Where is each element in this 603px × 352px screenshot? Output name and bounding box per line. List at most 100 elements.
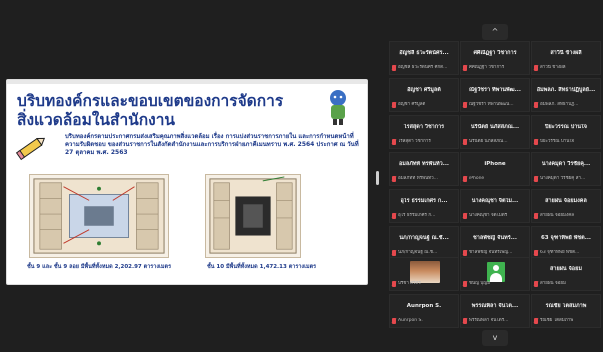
participant-tile[interactable]: ณัฐวัชรา ทิพานพัฒ... ณัฐวัชรา ทิพานพัฒน์… xyxy=(460,78,530,112)
participant-label: อมลภัทท์ ทรพันท์ว... xyxy=(398,175,438,181)
participant-name: พรรณพิลา จันโต... xyxy=(471,303,519,309)
floor-plan-right-caption: ชั้น 10 มีพื้นที่ทั้งหมด 1,472.13 ตารางเ… xyxy=(207,264,317,270)
mic-muted-icon xyxy=(463,64,467,71)
participant-tile[interactable]: ปิยะวรรณ ปานใจ ปิยะวรรณ ปานใจ xyxy=(531,115,601,149)
mic-muted-icon xyxy=(534,249,538,256)
gallery-page-down-button[interactable]: v xyxy=(482,330,508,346)
slide-title-line-1: บริบทองค์กรและขอบเขตของการจัดการ xyxy=(17,92,284,110)
participant-name: Aunrpon S. xyxy=(406,303,442,309)
participant-gallery: ^ อัญชลี ธวะรัตน์ศร... อัญชลี ธวะรัตน์ศร… xyxy=(385,0,603,352)
participant-label: สายฝน จ้อยม xyxy=(540,280,566,286)
participant-tile[interactable]: สายฝน จ้อยมงคล สายฝน จ้อยมงคล xyxy=(531,189,601,223)
mic-muted-icon xyxy=(463,280,467,287)
mic-muted-icon xyxy=(392,101,396,108)
participant-tile[interactable]: อัญชลี ธวะรัตน์ศร... อัญชลี ธวะรัตน์ศร์ … xyxy=(389,41,459,75)
participant-name: อมลภัทท์ ทรพันท์ว... xyxy=(398,161,450,167)
participant-tile[interactable]: สายฝน จ้อยม สายฝน จ้อยม xyxy=(531,257,601,291)
participant-label: นภ/กาญจนฐ์ ณ.ชั... xyxy=(398,249,438,255)
shared-screen: บริบทองค์กรและขอบเขตของการจัดการ สิ่งแวด… xyxy=(0,0,375,352)
mic-muted-icon xyxy=(463,101,467,108)
participant-name: ศศิณัฏฐา วิชาการ xyxy=(473,50,517,56)
participant-tile[interactable]: iPhone iPhone xyxy=(460,152,530,186)
mic-muted-icon xyxy=(392,280,396,287)
participant-tile[interactable]: ไรสสุดา วิชาการ ไรสสุดา วิชาการ xyxy=(389,115,459,149)
participant-name: ปิยะวรรณ ปานใจ xyxy=(545,124,587,130)
participant-name: นรินัตย์ นภัสสภณ... xyxy=(470,124,520,130)
participant-label: รณชัย โตสมภาพ xyxy=(540,317,574,323)
mic-muted-icon xyxy=(534,175,538,182)
participant-tile[interactable]: 63 จุฑาทิพย์ พัชต... 63 จุฑาทิพย์ พัชต..… xyxy=(531,226,601,260)
participant-tile[interactable]: รณชัย โตสมภาพ รณชัย โตสมภาพ xyxy=(531,294,601,328)
mic-muted-icon xyxy=(463,249,467,256)
participant-tile[interactable]: อัมพลภ. สิทธาปฏิบูลย์... อัมพลภ. สิทธาปฏ… xyxy=(531,78,601,112)
participant-name: อัญชลี ธวะรัตน์ศร... xyxy=(399,50,449,56)
mic-muted-icon xyxy=(392,249,396,256)
mic-muted-icon xyxy=(392,175,396,182)
mic-muted-icon xyxy=(534,212,538,219)
participant-name: นางคณุชา จิตไม... xyxy=(471,198,519,204)
participant-name: ไรสสุดา วิชาการ xyxy=(403,124,445,130)
slide-description: บริบทองค์กรตามประกาศกรมส่งเสริมคุณภาพสิ่… xyxy=(65,133,359,156)
mic-muted-icon xyxy=(463,212,467,219)
chevron-up-icon: ^ xyxy=(491,27,499,36)
participant-label: ปิยะวรรณ ปานใจ xyxy=(540,138,575,144)
participant-name: ชาลพัชญ์ จันทร์... xyxy=(473,235,517,241)
participant-label: อัญชลี ธวะรัตน์ศร์ ศักดิ์... xyxy=(398,64,448,70)
participant-name: ณัฐวัชรา ทิพานพัฒ... xyxy=(469,87,521,93)
participant-label: ณัฐวัชรา ทิพานพัฒน์... xyxy=(469,101,514,107)
participant-label: นางคมุดา วีรชัยคุ สำ... xyxy=(540,175,586,181)
participant-name: อัญชา ศรีมูลต์ xyxy=(407,87,441,93)
presentation-slide: บริบทองค์กรและขอบเขตของการจัดการ สิ่งแวด… xyxy=(6,79,368,285)
mic-muted-icon xyxy=(392,138,396,145)
mic-muted-icon xyxy=(534,317,538,324)
participant-tile[interactable]: ศศิณัฏฐา วิชาการ ศศิณัฏฐา วิชาการ xyxy=(460,41,530,75)
slide-title: บริบทองค์กรและขอบเขตของการจัดการ สิ่งแวด… xyxy=(17,92,297,130)
mic-muted-icon xyxy=(534,280,538,287)
participant-tile[interactable]: นางคณุชา จิตไม... นางคณุชา จิตไมตรี xyxy=(460,189,530,223)
participant-label: 63 จุฑาทิพย์ พัชต... xyxy=(540,249,580,255)
default-avatar-icon xyxy=(487,262,505,282)
participant-tile[interactable]: นางคมุดา วีรชัยคุ... นางคมุดา วีรชัยคุ ส… xyxy=(531,152,601,186)
participant-tile-video[interactable]: ปรีชา ศรีศรี xyxy=(389,257,459,291)
mic-muted-icon xyxy=(392,64,396,71)
participant-name: 63 จุฑาทิพย์ พัชต... xyxy=(540,235,592,241)
participant-tile-avatar[interactable]: ชนัญ บุญมี xyxy=(460,257,530,291)
participant-label: ปรีชา ศรีศรี xyxy=(398,280,421,286)
split-resize-handle[interactable] xyxy=(376,171,379,185)
participant-tile[interactable]: ชาลพัชญ์ จันทร์... ชาลพัชญ์ จันทร์เพ็ญ..… xyxy=(460,226,530,260)
participant-tile[interactable]: สาวินี ข้างผลี สาวินี ข้างผลี xyxy=(531,41,601,75)
participant-tile[interactable]: Aunrpon S. Aunrpon S. xyxy=(389,294,459,328)
participant-label: พรรณพิลา จันโตรั... xyxy=(469,317,509,323)
participant-name: สาวินี ข้างผลี xyxy=(550,50,582,56)
participant-tile[interactable]: อุไร ธรรมเกศร ก... อุไร ธรรมเกศร ก... xyxy=(389,189,459,223)
participant-tile[interactable]: พรรณพิลา จันโต... พรรณพิลา จันโตรั... xyxy=(460,294,530,328)
participant-label: อุไร ธรรมเกศร ก... xyxy=(398,212,436,218)
participant-name: iPhone xyxy=(484,161,506,167)
pencil-icon xyxy=(15,137,46,161)
participant-tile[interactable]: นภ/กาญจนฐ์ ณ.ชั... นภ/กาญจนฐ์ ณ.ชั... xyxy=(389,226,459,260)
participant-label: อัญชา ศรีมูลต์ xyxy=(398,101,426,107)
participant-tile[interactable]: นรินัตย์ นภัสสภณ... นรินัตย์ นภัสสภณ... xyxy=(460,115,530,149)
mic-muted-icon xyxy=(534,101,538,108)
floor-plan-left-caption: ชั้น 9 และ ชั้น 9 ลอย มีพื้นที่ทั้งหมด 2… xyxy=(27,264,172,270)
mic-muted-icon xyxy=(534,138,538,145)
floor-plan-right xyxy=(205,174,301,258)
chevron-down-icon: v xyxy=(492,333,498,342)
participant-label: ชาลพัชญ์ จันทร์เพ็ญ... xyxy=(469,249,513,255)
participant-label: iPhone xyxy=(469,175,485,181)
mic-muted-icon xyxy=(392,317,396,324)
participant-label: อัมพลภ. สิทธาปฏิ... xyxy=(540,101,579,107)
participant-name: สายฝน จ้อยม xyxy=(550,266,582,272)
participant-label: นางคณุชา จิตไมตรี xyxy=(469,212,508,218)
gallery-page-up-button[interactable]: ^ xyxy=(482,24,508,40)
participant-label: Aunrpon S. xyxy=(398,317,423,323)
participant-name: อัมพลภ. สิทธาปฏิบูลย์... xyxy=(536,87,596,93)
participant-name: นางคมุดา วีรชัยคุ... xyxy=(541,161,591,167)
mic-muted-icon xyxy=(463,138,467,145)
participant-tile[interactable]: อัญชา ศรีมูลต์ อัญชา ศรีมูลต์ xyxy=(389,78,459,112)
participant-tile[interactable]: อมลภัทท์ ทรพันท์ว... อมลภัทท์ ทรพันท์ว..… xyxy=(389,152,459,186)
participant-name: นภ/กาญจนฐ์ ณ.ชั... xyxy=(399,235,449,241)
mic-muted-icon xyxy=(463,175,467,182)
slide-title-line-2: สิ่งแวดล้อมในสำนักงาน xyxy=(17,111,175,129)
mascot-icon xyxy=(330,90,346,125)
